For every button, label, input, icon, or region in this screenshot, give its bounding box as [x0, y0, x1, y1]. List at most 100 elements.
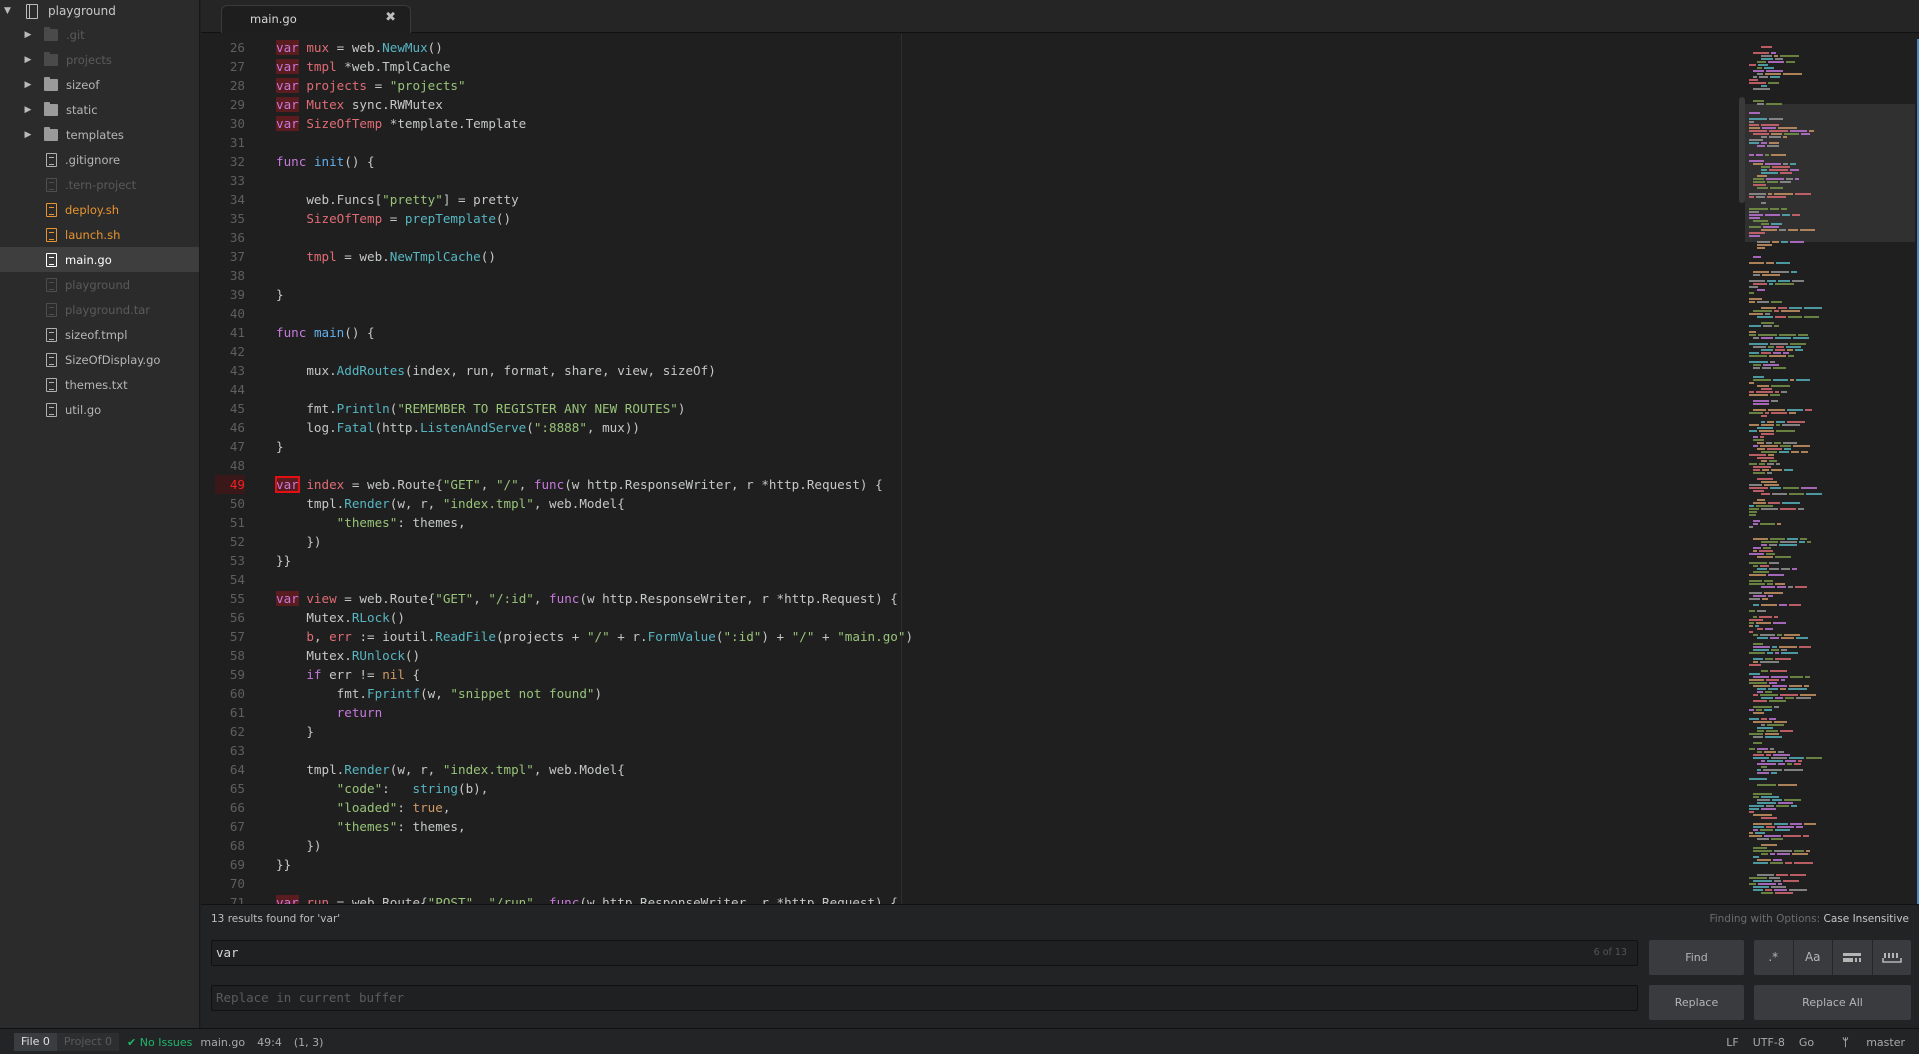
tree-item-file[interactable]: ▶.tern-project — [0, 172, 199, 197]
code-line[interactable]: 31 — [201, 133, 1731, 152]
tree-item-file[interactable]: ▶main.go — [0, 247, 199, 272]
minimap-line — [1796, 379, 1810, 381]
linter-status[interactable]: ✔ No Issues — [127, 1036, 192, 1049]
tree-item-file[interactable]: ▶playground.tar — [0, 297, 199, 322]
code-line[interactable]: 30 var SizeOfTemp *template.Template — [201, 114, 1731, 133]
code-line[interactable]: 27 var tmpl *web.TmplCache — [201, 57, 1731, 76]
code-line[interactable]: 28 var projects = "projects" — [201, 76, 1731, 95]
tree-item-folder[interactable]: ▶ templates — [0, 122, 199, 147]
code-line[interactable]: 26 var mux = web.NewMux() — [201, 38, 1731, 57]
code-line[interactable]: 44 — [201, 380, 1731, 399]
code-line[interactable]: 60 fmt.Fprintf(w, "snippet not found") — [201, 684, 1731, 703]
code-line[interactable]: 69}} — [201, 855, 1731, 874]
code-line[interactable]: 29 var Mutex sync.RWMutex — [201, 95, 1731, 114]
code-line[interactable]: 47} — [201, 437, 1731, 456]
case-sensitive-toggle[interactable]: Aa — [1793, 940, 1833, 975]
cursor-position[interactable]: 49:4 — [257, 1036, 282, 1049]
code-editor[interactable]: 26 var mux = web.NewMux() 27 var tmpl *web.… — [201, 34, 1731, 904]
code-line[interactable]: 62 } — [201, 722, 1731, 741]
minimap-line — [1769, 568, 1779, 570]
code-line[interactable]: 42 — [201, 342, 1731, 361]
chevron-right-icon[interactable]: ▶ — [22, 30, 34, 40]
code-line[interactable]: 64 tmpl.Render(w, r, "index.tmpl", web.M… — [201, 760, 1731, 779]
code-line[interactable]: 52 }) — [201, 532, 1731, 551]
code-line[interactable]: 66 "loaded": true, — [201, 798, 1731, 817]
code-line[interactable]: 37 tmpl = web.NewTmplCache() — [201, 247, 1731, 266]
tab-main-go[interactable]: main.go ✖ — [221, 5, 411, 33]
code-line[interactable]: 71 var run = web.Route{"POST", "/run", fu… — [201, 893, 1731, 904]
code-line[interactable]: 38 — [201, 266, 1731, 285]
code-line[interactable]: 55 var view = web.Route{"GET", "/:id", fu… — [201, 589, 1731, 608]
replace-all-button[interactable]: Replace All — [1754, 985, 1911, 1020]
encoding[interactable]: UTF-8 — [1753, 1036, 1785, 1049]
tree-item-folder[interactable]: ▶ sizeof — [0, 72, 199, 97]
replace-input[interactable]: Replace in current buffer — [211, 985, 1638, 1011]
tree-item-file[interactable]: ▶playground — [0, 272, 199, 297]
code-line[interactable]: 49 var index = web.Route{"GET", "/", func… — [201, 475, 1731, 494]
linter-project-tab[interactable]: Project 0 — [56, 1033, 120, 1051]
code-line[interactable]: 70 — [201, 874, 1731, 893]
code-line[interactable]: 41 func main() { — [201, 323, 1731, 342]
folder-icon — [44, 126, 58, 141]
line-ending[interactable]: LF — [1726, 1036, 1738, 1049]
find-button[interactable]: Find — [1649, 940, 1744, 975]
minimap-line — [1761, 202, 1766, 204]
code-line[interactable]: 63 — [201, 741, 1731, 760]
code-text: var Mutex sync.RWMutex — [276, 95, 443, 114]
in-selection-toggle[interactable] — [1833, 940, 1873, 975]
code-line[interactable]: 43 mux.AddRoutes(index, run, format, sha… — [201, 361, 1731, 380]
code-line[interactable]: 59 if err != nil { — [201, 665, 1731, 684]
code-line[interactable]: 33 — [201, 171, 1731, 190]
tree-item-file[interactable]: ▶util.go — [0, 397, 199, 422]
code-line[interactable]: 45 fmt.Println("REMEMBER TO REGISTER ANY… — [201, 399, 1731, 418]
code-line[interactable]: 46 log.Fatal(http.ListenAndServe(":8888"… — [201, 418, 1731, 437]
regex-toggle[interactable]: .* — [1754, 940, 1794, 975]
tree-item-folder[interactable]: ▶ static — [0, 97, 199, 122]
tree-item-folder[interactable]: ▶ projects — [0, 47, 199, 72]
code-line[interactable]: 50 tmpl.Render(w, r, "index.tmpl", web.M… — [201, 494, 1731, 513]
minimap-scroll-indicator[interactable] — [1739, 97, 1745, 203]
minimap-line — [1753, 604, 1759, 606]
git-branch[interactable]: ᛘ master — [1828, 1036, 1905, 1049]
code-line[interactable]: 57 b, err := ioutil.ReadFile(projects + … — [201, 627, 1731, 646]
code-line[interactable]: 61 return — [201, 703, 1731, 722]
code-line[interactable]: 36 — [201, 228, 1731, 247]
code-line[interactable]: 39} — [201, 285, 1731, 304]
code-line[interactable]: 58 Mutex.RUnlock() — [201, 646, 1731, 665]
chevron-right-icon[interactable]: ▶ — [22, 105, 34, 115]
code-line[interactable]: 67 "themes": themes, — [201, 817, 1731, 836]
line-number: 49 — [215, 475, 245, 494]
grammar[interactable]: Go — [1799, 1036, 1814, 1049]
find-input[interactable]: var 6 of 13 — [211, 940, 1638, 966]
tree-item-file[interactable]: ▶themes.txt — [0, 372, 199, 397]
minimap[interactable] — [1731, 34, 1919, 904]
code-line[interactable]: 65 "code": string(b), — [201, 779, 1731, 798]
tree-item-file[interactable]: ▶deploy.sh — [0, 197, 199, 222]
code-line[interactable]: 35 SizeOfTemp = prepTemplate() — [201, 209, 1731, 228]
code-line[interactable]: 48 — [201, 456, 1731, 475]
tree-item-file[interactable]: ▶SizeOfDisplay.go — [0, 347, 199, 372]
replace-button[interactable]: Replace — [1649, 985, 1744, 1020]
whole-word-toggle[interactable] — [1872, 940, 1911, 975]
tree-item-file[interactable]: ▶launch.sh — [0, 222, 199, 247]
chevron-right-icon[interactable]: ▶ — [22, 80, 34, 90]
code-line[interactable]: 32 func init() { — [201, 152, 1731, 171]
chevron-right-icon[interactable]: ▶ — [22, 130, 34, 140]
linter-file-tab[interactable]: File 0 — [14, 1033, 57, 1051]
chevron-right-icon[interactable]: ▶ — [22, 55, 34, 65]
code-line[interactable]: 53}} — [201, 551, 1731, 570]
code-line[interactable]: 68 }) — [201, 836, 1731, 855]
code-line[interactable]: 56 Mutex.RLock() — [201, 608, 1731, 627]
code-line[interactable]: 34 web.Funcs["pretty"] = pretty — [201, 190, 1731, 209]
code-line[interactable]: 54 — [201, 570, 1731, 589]
code-line[interactable]: 51 "themes": themes, — [201, 513, 1731, 532]
tree-item-folder[interactable]: ▶ .git — [0, 22, 199, 47]
close-icon[interactable]: ✖ — [385, 10, 396, 25]
tree-item-file[interactable]: ▶sizeof.tmpl — [0, 322, 199, 347]
tree-root-project[interactable]: ▼ playground — [0, 0, 199, 22]
chevron-down-icon[interactable]: ▼ — [4, 6, 18, 16]
code-line[interactable]: 40 — [201, 304, 1731, 323]
tree-item-file[interactable]: ▶.gitignore — [0, 147, 199, 172]
no-issues-label: No Issues — [139, 1035, 193, 1049]
status-filename[interactable]: main.go — [200, 1036, 245, 1049]
